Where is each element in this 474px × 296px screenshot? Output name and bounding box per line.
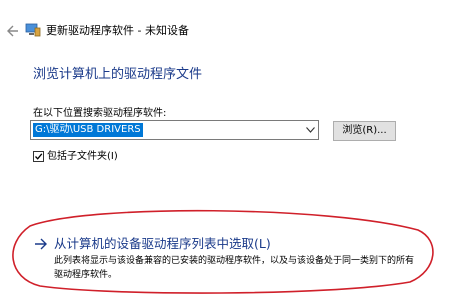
pick-from-list-link[interactable]: 从计算机的设备驱动程序列表中选取(L) — [54, 236, 271, 252]
driver-path-value[interactable]: G:\驱动\USB DRIVERS — [33, 123, 143, 137]
window-title: 更新驱动程序软件 - 未知设备 — [46, 24, 189, 37]
page-heading: 浏览计算机上的驱动程序文件 — [33, 67, 203, 82]
browse-button[interactable]: 浏览(R)... — [333, 121, 396, 141]
device-manager-icon — [25, 23, 41, 37]
chevron-down-icon[interactable] — [306, 127, 315, 133]
driver-path-combobox[interactable]: G:\驱动\USB DRIVERS — [30, 120, 319, 140]
search-location-label: 在以下位置搜索驱动程序软件: — [33, 108, 167, 119]
title-bar: 更新驱动程序软件 - 未知设备 — [0, 0, 474, 54]
include-subfolders-checkbox[interactable] — [33, 151, 44, 162]
include-subfolders-label[interactable]: 包括子文件夹(I) — [47, 150, 118, 163]
checkmark-icon — [35, 153, 43, 160]
pick-from-list-description: 此列表将显示与该设备兼容的已安装的驱动程序软件，以及与该设备处于同一类别下的所有… — [54, 256, 415, 280]
back-arrow-icon[interactable] — [6, 24, 20, 38]
right-arrow-icon[interactable] — [34, 237, 48, 251]
